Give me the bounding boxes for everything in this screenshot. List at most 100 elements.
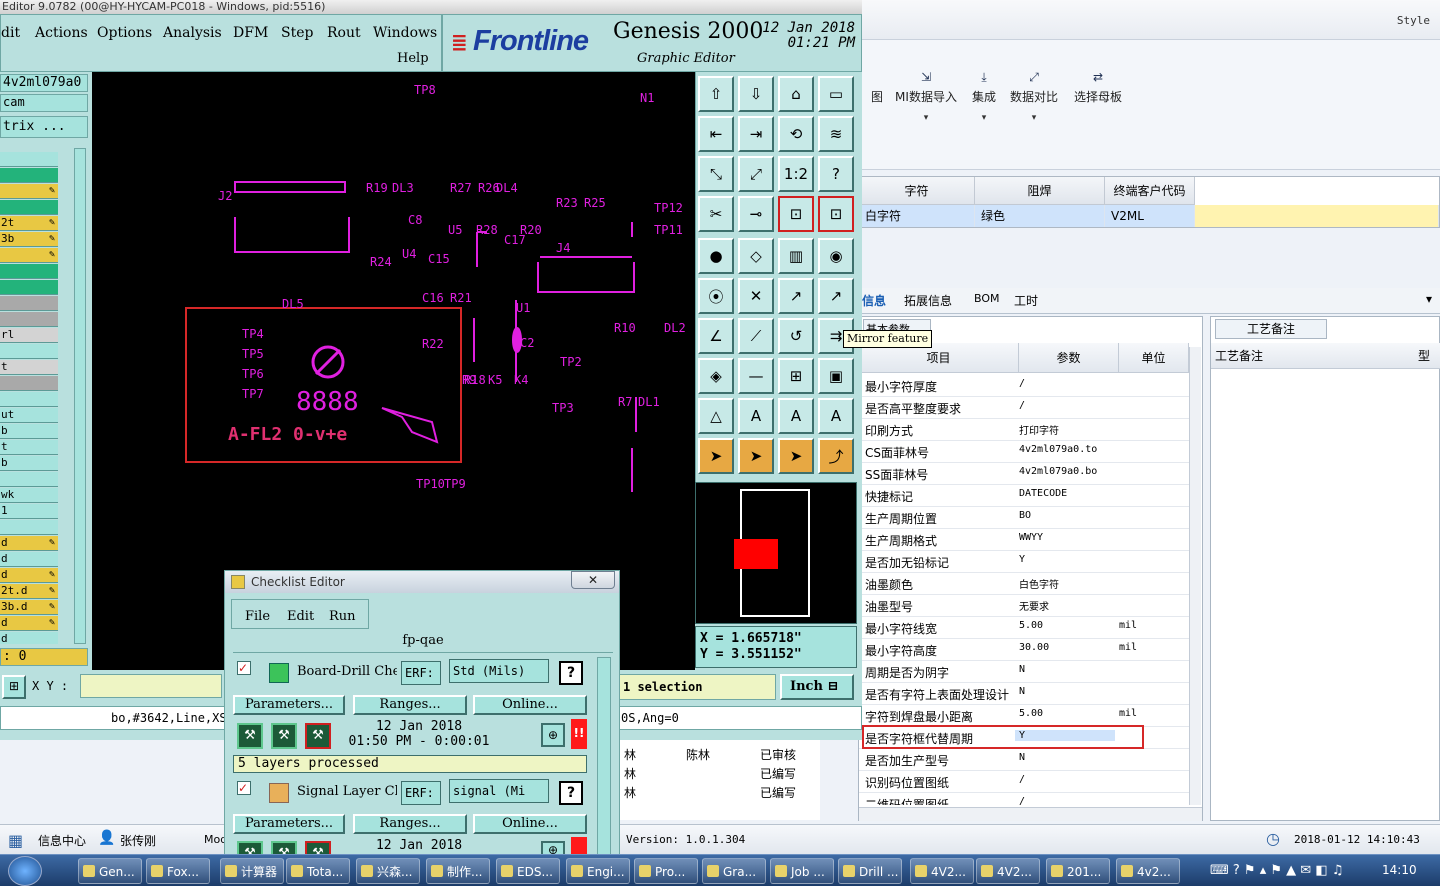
param-row[interactable]: 油墨型号 无要求: [859, 595, 1189, 617]
chevron-down-icon[interactable]: ▾: [1008, 113, 1060, 123]
shape-icon[interactable]: ◇: [738, 238, 774, 274]
param-row[interactable]: 快捷标记 DATECODE: [859, 485, 1189, 507]
param-value[interactable]: 30.00: [1019, 642, 1049, 653]
layer-row[interactable]: d ✎: [0, 568, 58, 583]
taskbar-item[interactable]: EDS...: [496, 858, 560, 884]
param-value[interactable]: /: [1019, 774, 1025, 785]
layer-row[interactable]: 2t.d ✎: [0, 584, 58, 599]
layer-row[interactable]: [0, 520, 58, 535]
job-name[interactable]: 4v2ml079a0: [0, 74, 88, 92]
ribbon-button-integrate[interactable]: ⤓ 集成 ▾: [966, 70, 1002, 123]
info-center-label[interactable]: 信息中心: [38, 832, 86, 849]
ribbon-button-drawing[interactable]: 图: [862, 70, 892, 105]
layer-row[interactable]: 3b ✎: [0, 232, 58, 247]
fit-icon[interactable]: ⤡: [698, 156, 734, 192]
online-button[interactable]: Online...: [473, 695, 587, 715]
param-row[interactable]: 最小字符厚度 /: [859, 375, 1189, 397]
menu-rout[interactable]: Rout: [327, 25, 361, 41]
grid-cell-empty[interactable]: [1195, 205, 1439, 227]
layer-row[interactable]: rl: [0, 328, 58, 343]
text-bold-icon[interactable]: A: [818, 398, 854, 434]
param-row[interactable]: 二维码位置图纸 /: [859, 793, 1189, 805]
circle-icon[interactable]: ◉: [818, 238, 854, 274]
layer-row[interactable]: b: [0, 456, 58, 471]
layer-row[interactable]: [0, 296, 58, 311]
param-value[interactable]: DATECODE: [1019, 488, 1067, 499]
copy-icon[interactable]: ↗: [818, 278, 854, 314]
param-row[interactable]: 生产周期格式 WWYY: [859, 529, 1189, 551]
param-value[interactable]: N: [1019, 664, 1025, 675]
layer-row[interactable]: [0, 472, 58, 487]
delete-icon[interactable]: ✕: [738, 278, 774, 314]
taskbar-item[interactable]: Job ...: [770, 858, 834, 884]
ribbon-button-select-mother[interactable]: ⇄ 选择母板: [1072, 70, 1124, 105]
snap-grid-icon[interactable]: ⊞: [2, 675, 26, 699]
pad-icon[interactable]: ●: [698, 238, 734, 274]
node-icon[interactable]: ⦿: [698, 278, 734, 314]
units-selector[interactable]: Inch ⊟: [780, 674, 854, 700]
select-area-icon[interactable]: ➤: [778, 438, 814, 474]
checklist-scrollbar[interactable]: [597, 657, 611, 857]
erf-selector[interactable]: signal (Mi: [449, 779, 549, 803]
layer-row[interactable]: [0, 264, 58, 279]
menu-options[interactable]: Options: [97, 25, 152, 41]
layer-row[interactable]: [0, 392, 58, 407]
save-icon[interactable]: ⇩: [738, 76, 774, 112]
layer-row[interactable]: ✎: [0, 184, 58, 199]
param-value[interactable]: 5.00: [1019, 708, 1043, 719]
layer-row[interactable]: [0, 152, 58, 167]
menu-run[interactable]: Run: [329, 609, 356, 624]
select-alt-icon[interactable]: ➤: [738, 438, 774, 474]
layer-row[interactable]: 2t ✎: [0, 216, 58, 231]
xy-input[interactable]: [80, 674, 222, 698]
taskbar-item[interactable]: 4V2...: [976, 858, 1040, 884]
online-button[interactable]: Online...: [473, 814, 587, 834]
parameters-button[interactable]: Parameters...: [233, 695, 345, 715]
help-icon[interactable]: ?: [818, 156, 854, 192]
cut-icon[interactable]: ✂: [698, 196, 734, 232]
menu-windows[interactable]: Windows: [373, 25, 437, 41]
taskbar-item[interactable]: Fox...: [146, 858, 210, 884]
clock[interactable]: 14:10: [1382, 863, 1417, 877]
ribbon-button-compare[interactable]: ⤢ 数据对比 ▾: [1008, 70, 1060, 123]
action-name[interactable]: Board-Drill Che: [297, 664, 397, 679]
grid-icon[interactable]: ⊞: [778, 358, 814, 394]
param-row[interactable]: 最小字符线宽 5.00 mil: [859, 617, 1189, 639]
param-row[interactable]: 生产周期位置 BO: [859, 507, 1189, 529]
taskbar-item[interactable]: Pro...: [634, 858, 698, 884]
param-row[interactable]: 识别码位置图纸 /: [859, 771, 1189, 793]
zero-field[interactable]: : 0: [0, 648, 88, 666]
route-icon[interactable]: ⤴: [818, 438, 854, 474]
param-value[interactable]: Y: [1019, 554, 1025, 565]
snap-alt-icon[interactable]: ⊡: [818, 196, 854, 232]
taskbar-item[interactable]: 计算器: [220, 858, 284, 884]
param-value[interactable]: /: [1019, 400, 1025, 411]
param-value[interactable]: 5.00: [1019, 620, 1043, 631]
param-row[interactable]: 是否高平整度要求 /: [859, 397, 1189, 419]
open-icon[interactable]: ⇧: [698, 76, 734, 112]
angle-icon[interactable]: ∠: [698, 318, 734, 354]
param-row[interactable]: 周期是否为阴字 N: [859, 661, 1189, 683]
taskbar-item[interactable]: 兴森...: [356, 858, 420, 884]
tab-process-notes[interactable]: 工艺备注: [1215, 319, 1327, 339]
next-icon[interactable]: ⇥: [738, 116, 774, 152]
layer-row[interactable]: d: [0, 552, 58, 567]
menu-step[interactable]: Step: [281, 25, 313, 41]
home-icon[interactable]: ⌂: [778, 76, 814, 112]
param-row[interactable]: 油墨颜色 白色字符: [859, 573, 1189, 595]
stop-icon[interactable]: ⚒: [305, 723, 331, 749]
taskbar-item[interactable]: Tota...: [286, 858, 350, 884]
menu-dfm[interactable]: DFM: [233, 25, 268, 41]
param-value[interactable]: 4v2ml079a0.bo: [1019, 466, 1097, 477]
param-row[interactable]: SS面菲林号 4v2ml079a0.bo: [859, 463, 1189, 485]
dash-icon[interactable]: —: [738, 358, 774, 394]
tab-worktime[interactable]: 工时: [1014, 292, 1038, 309]
item-checkbox[interactable]: ✓: [237, 661, 251, 675]
taskbar-item[interactable]: Engi...: [566, 858, 630, 884]
param-value[interactable]: N: [1019, 686, 1025, 697]
run-all-icon[interactable]: ⚒: [271, 723, 297, 749]
step-name[interactable]: cam: [0, 94, 88, 112]
layer-row[interactable]: [0, 200, 58, 215]
chevron-down-icon[interactable]: ▾: [1426, 292, 1432, 306]
param-header-value[interactable]: 参数: [1019, 343, 1119, 373]
